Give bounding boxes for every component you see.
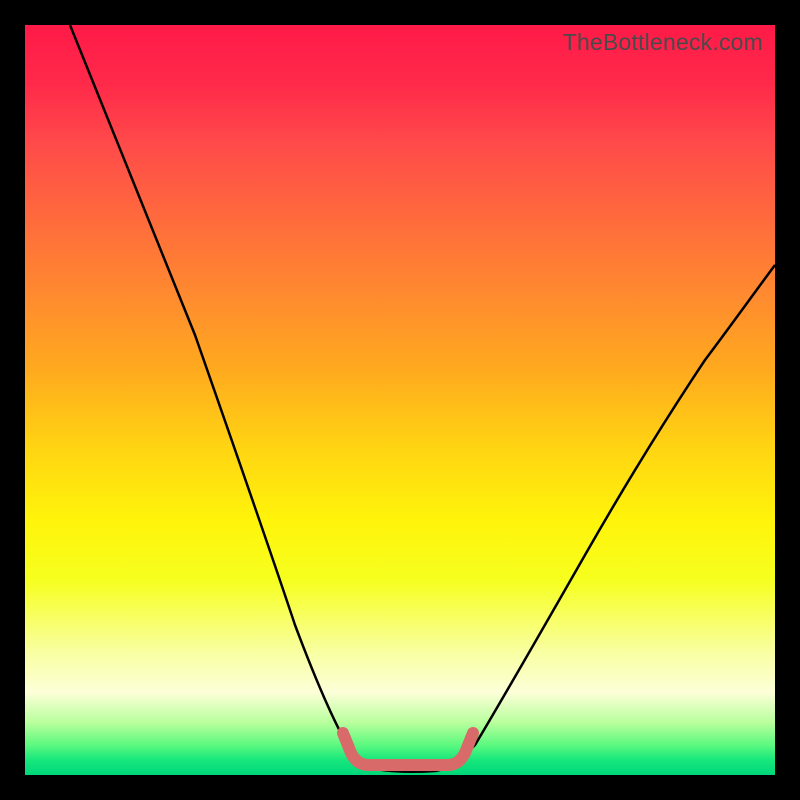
chart-frame: TheBottleneck.com xyxy=(0,0,800,800)
bottleneck-curve xyxy=(25,25,775,775)
curve-path xyxy=(70,25,775,772)
marker-bracket xyxy=(343,733,473,765)
plot-area: TheBottleneck.com xyxy=(25,25,775,775)
